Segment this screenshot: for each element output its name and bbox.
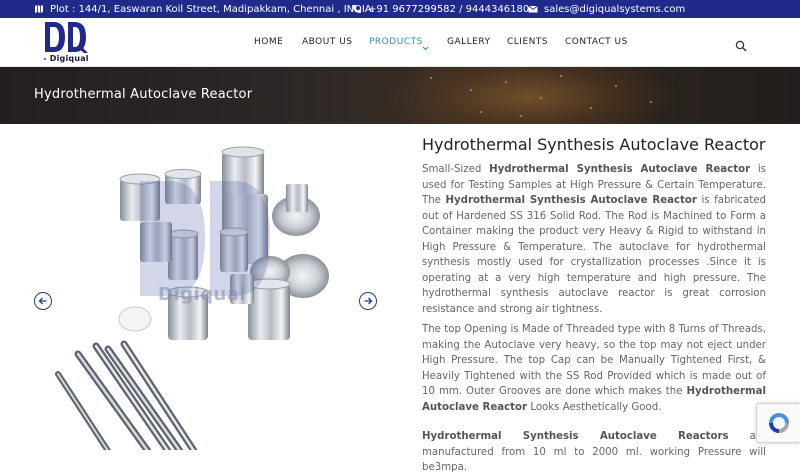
email-info[interactable]: sales@digiqualsystems.com bbox=[528, 0, 685, 18]
nav-item-about-us[interactable]: ABOUT US bbox=[302, 37, 353, 47]
p3-bold-a: Hydrothermal Synthesis Autoclave Reactor… bbox=[422, 431, 729, 442]
slider-next-button[interactable] bbox=[359, 292, 377, 310]
product-paragraph-2: The top Opening is Made of Threaded type… bbox=[422, 322, 766, 415]
slider-prev-button[interactable] bbox=[34, 292, 52, 310]
arrow-right-icon bbox=[364, 297, 373, 305]
product-paragraph-3: Hydrothermal Synthesis Autoclave Reactor… bbox=[422, 429, 766, 476]
top-info-bar: Plot : 144/1, Easwaran Koil Street, Madi… bbox=[0, 0, 800, 18]
p1-text-e: is fabricated out of Hardened SS 316 Sol… bbox=[422, 195, 766, 315]
envelope-icon bbox=[528, 4, 538, 14]
watermark-text: Digiqual bbox=[158, 284, 247, 305]
product-paragraph-1: Small-Sized Hydrothermal Synthesis Autoc… bbox=[422, 162, 766, 317]
address-text: Plot : 144/1, Easwaran Koil Street, Madi… bbox=[50, 3, 375, 15]
main-nav: HOME ABOUT US PRODUCTS GALLERY CLIENTS C… bbox=[0, 18, 800, 67]
page-title: Hydrothermal Autoclave Reactor bbox=[34, 87, 253, 102]
p1-bold-d: Hydrothermal Synthesis Autoclave Reactor bbox=[445, 195, 697, 206]
recaptcha-badge[interactable] bbox=[756, 403, 800, 443]
p2-text-c: Looks Aesthetically Good. bbox=[527, 401, 662, 413]
phone-info[interactable]: +91 9677299582 / 9444346180 bbox=[352, 0, 529, 18]
p1-bold-b: Hydrothermal Synthesis Autoclave Reactor bbox=[489, 164, 751, 175]
arrow-left-icon bbox=[38, 297, 47, 305]
p1-text-a: Small-Sized bbox=[422, 164, 490, 175]
address-info: Plot : 144/1, Easwaran Koil Street, Madi… bbox=[34, 0, 375, 18]
nav-item-gallery[interactable]: GALLERY bbox=[447, 37, 491, 47]
nav-item-home[interactable]: HOME bbox=[254, 37, 283, 47]
nav-item-contact-us[interactable]: CONTACT US bbox=[565, 37, 628, 47]
phone-icon bbox=[352, 4, 362, 14]
product-heading: Hydrothermal Synthesis Autoclave Reactor bbox=[422, 135, 766, 154]
nav-item-products[interactable]: PRODUCTS bbox=[369, 37, 423, 47]
search-icon[interactable] bbox=[735, 37, 747, 52]
map-icon bbox=[34, 4, 44, 14]
chevron-down-icon[interactable] bbox=[422, 37, 429, 56]
email-text[interactable]: sales@digiqualsystems.com bbox=[544, 4, 685, 15]
site-header: - Digiqual - HOME ABOUT US PRODUCTS GALL… bbox=[0, 18, 800, 72]
phone-text[interactable]: +91 9677299582 / 9444346180 bbox=[368, 4, 529, 15]
product-image-slider[interactable]: Digiqual bbox=[0, 124, 408, 450]
recaptcha-icon bbox=[768, 413, 789, 433]
nav-item-clients[interactable]: CLIENTS bbox=[507, 37, 548, 47]
product-description: Hydrothermal Synthesis Autoclave Reactor… bbox=[422, 135, 766, 317]
